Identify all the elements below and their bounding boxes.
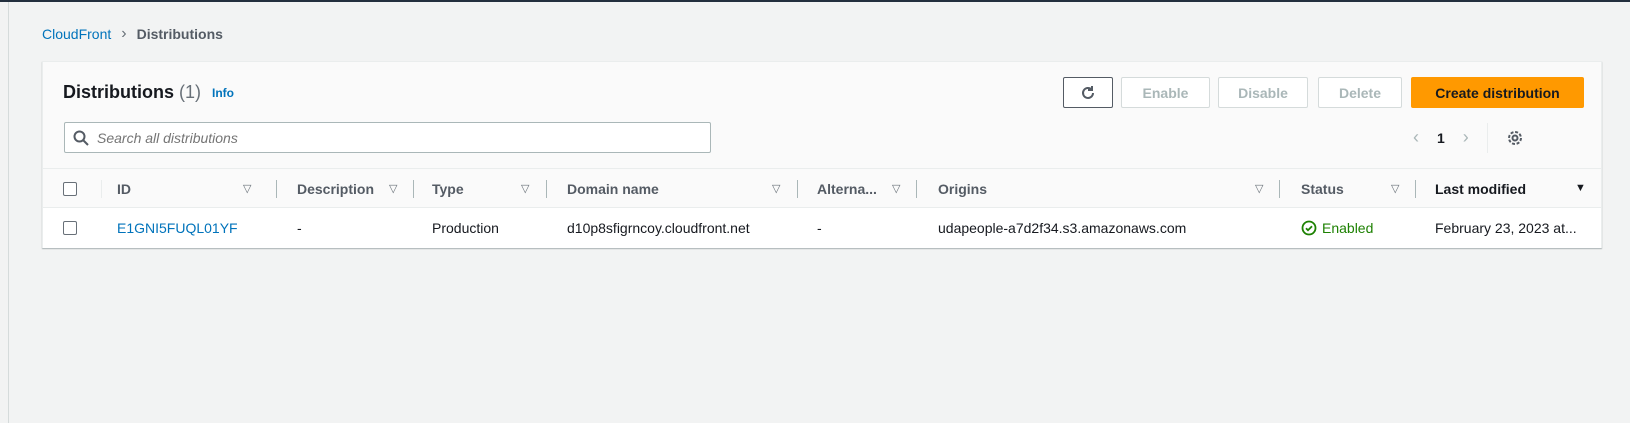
title-text: Distributions — [63, 82, 174, 102]
breadcrumb-current: Distributions — [136, 26, 223, 42]
column-divider[interactable] — [413, 180, 414, 198]
column-divider[interactable] — [797, 180, 798, 198]
column-header-id[interactable]: ID — [117, 169, 131, 209]
sort-icon[interactable]: ▽ — [1391, 182, 1399, 195]
last-modified-cell: February 23, 2023 at... — [1435, 220, 1577, 236]
top-navigation-bar — [0, 0, 1630, 2]
column-header-origins[interactable]: Origins — [938, 169, 987, 209]
current-page[interactable]: 1 — [1437, 130, 1445, 146]
previous-page-icon[interactable]: ‹ — [1413, 127, 1419, 148]
sort-icon[interactable]: ▽ — [1255, 182, 1263, 195]
breadcrumb: CloudFront › Distributions — [42, 25, 223, 43]
column-divider[interactable] — [276, 180, 277, 198]
status-text: Enabled — [1322, 220, 1374, 236]
distributions-panel: Distributions (1) Info Enable Disable De… — [42, 61, 1602, 248]
refresh-icon — [1082, 85, 1094, 99]
distribution-count: (1) — [179, 82, 202, 102]
sort-icon[interactable]: ▽ — [243, 182, 251, 195]
search-field[interactable] — [64, 122, 711, 153]
sort-icon[interactable]: ▽ — [521, 182, 529, 195]
enable-button[interactable]: Enable — [1121, 77, 1210, 108]
divider — [1486, 122, 1488, 153]
column-header-description[interactable]: Description — [297, 169, 374, 209]
domain-name-cell: d10p8sfigrncoy.cloudfront.net — [567, 220, 750, 236]
gear-icon[interactable] — [1506, 129, 1524, 147]
create-distribution-button[interactable]: Create distribution — [1411, 77, 1584, 108]
next-page-icon[interactable]: › — [1463, 127, 1469, 148]
table-row[interactable]: E1GNI5FUQL01YF - Production d10p8sfigrnc… — [43, 208, 1601, 248]
row-checkbox[interactable] — [63, 208, 77, 248]
column-divider[interactable] — [1415, 180, 1416, 198]
disable-button[interactable]: Disable — [1218, 77, 1308, 108]
check-circle-icon — [1301, 220, 1317, 236]
column-divider[interactable] — [916, 180, 917, 198]
refresh-button[interactable] — [1063, 77, 1113, 108]
column-divider[interactable] — [546, 180, 547, 198]
status-badge: Enabled — [1301, 208, 1373, 248]
column-divider — [101, 180, 102, 198]
column-divider[interactable] — [1279, 180, 1280, 198]
chevron-right-icon: › — [121, 25, 127, 42]
type-cell: Production — [432, 220, 499, 236]
alternate-domain-cell: - — [817, 220, 822, 236]
search-input[interactable] — [97, 129, 687, 146]
info-link[interactable]: Info — [212, 86, 234, 100]
column-header-alternate-domain[interactable]: Alterna... — [817, 169, 877, 209]
sort-descending-icon[interactable]: ▼ — [1575, 182, 1586, 194]
sort-icon[interactable]: ▽ — [892, 182, 900, 195]
column-header-domain-name[interactable]: Domain name — [567, 169, 659, 209]
page-title: Distributions (1) — [63, 82, 201, 103]
sort-icon[interactable]: ▽ — [389, 182, 397, 195]
search-icon — [73, 130, 89, 146]
pagination: ‹ 1 › — [1413, 122, 1524, 153]
side-divider — [8, 2, 9, 423]
column-header-status[interactable]: Status — [1301, 169, 1344, 209]
delete-button[interactable]: Delete — [1318, 77, 1402, 108]
column-header-type[interactable]: Type — [432, 169, 464, 209]
distribution-id-link[interactable]: E1GNI5FUQL01YF — [117, 208, 238, 248]
sort-icon[interactable]: ▽ — [772, 182, 780, 195]
column-header-last-modified[interactable]: Last modified — [1435, 169, 1526, 209]
table-header: ID ▽ Description ▽ Type ▽ Domain name ▽ … — [43, 168, 1601, 208]
breadcrumb-cloudfront-link[interactable]: CloudFront — [42, 26, 111, 42]
description-cell: - — [297, 220, 302, 236]
select-all-checkbox[interactable] — [63, 169, 77, 209]
origins-cell: udapeople-a7d2f34.s3.amazonaws.com — [938, 220, 1187, 236]
